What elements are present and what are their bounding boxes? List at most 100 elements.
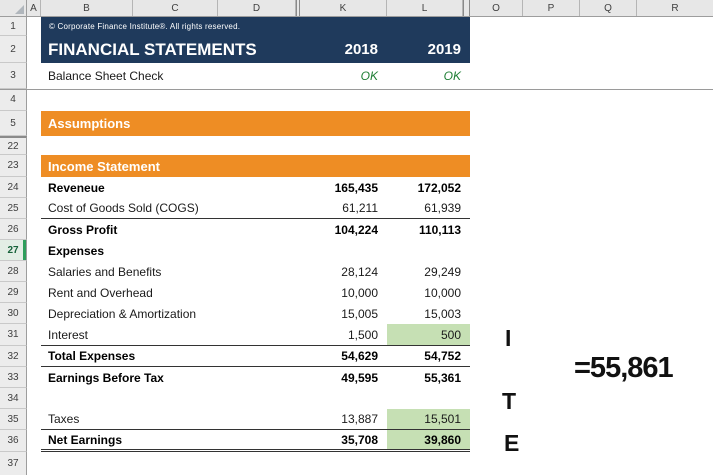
- net-earnings-2018[interactable]: 35,708: [300, 433, 387, 447]
- cell-a27[interactable]: [27, 240, 41, 261]
- column-header-d[interactable]: D: [218, 0, 296, 16]
- row-header-27[interactable]: 27: [0, 240, 27, 261]
- cell-a34[interactable]: [27, 388, 41, 409]
- cell-a28[interactable]: [27, 261, 41, 282]
- row-header-36[interactable]: 36: [0, 430, 27, 452]
- column-header-q[interactable]: Q: [580, 0, 637, 16]
- taxes-2018[interactable]: 13,887: [300, 412, 387, 426]
- row-header-25[interactable]: 25: [0, 198, 27, 219]
- total-expenses-2018[interactable]: 54,629: [300, 349, 387, 363]
- cell-a33[interactable]: [27, 367, 41, 388]
- cell-a29[interactable]: [27, 282, 41, 303]
- row-header-1[interactable]: 1: [0, 17, 27, 36]
- row-header-26[interactable]: 26: [0, 219, 27, 240]
- row-header-28[interactable]: 28: [0, 261, 27, 282]
- column-header-b[interactable]: B: [41, 0, 133, 16]
- column-header-o[interactable]: O: [470, 0, 523, 16]
- row-header-4[interactable]: 4: [0, 89, 27, 111]
- ebt-label[interactable]: Earnings Before Tax: [41, 371, 300, 385]
- column-header-a[interactable]: A: [27, 0, 41, 16]
- rent-2018[interactable]: 10,000: [300, 286, 387, 300]
- revenue-label[interactable]: Reveneue: [41, 181, 300, 195]
- cogs-label[interactable]: Cost of Goods Sold (COGS): [41, 201, 300, 215]
- column-header-k[interactable]: K: [300, 0, 387, 16]
- row-header-37[interactable]: 37: [0, 452, 27, 475]
- row-header-24[interactable]: 24: [0, 177, 27, 198]
- cell-a36[interactable]: [27, 430, 41, 452]
- interest-2019[interactable]: 500: [387, 324, 470, 345]
- ebt-2019[interactable]: 55,361: [387, 371, 470, 385]
- total-expenses-label[interactable]: Total Expenses: [41, 349, 300, 363]
- sheet-row-24: 24 Reveneue 165,435 172,052: [0, 177, 713, 198]
- gross-profit-label[interactable]: Gross Profit: [41, 223, 300, 237]
- cell-a5[interactable]: [27, 111, 41, 136]
- rent-label[interactable]: Rent and Overhead: [41, 286, 300, 300]
- cell-a1[interactable]: [27, 17, 41, 36]
- balance-check-2018[interactable]: OK: [300, 69, 387, 83]
- row-header-31[interactable]: 31: [0, 324, 27, 346]
- year-2019-header[interactable]: 2019: [387, 41, 470, 58]
- row-header-29[interactable]: 29: [0, 282, 27, 303]
- net-earnings-label[interactable]: Net Earnings: [41, 433, 300, 447]
- cell-a32[interactable]: [27, 346, 41, 367]
- row-header-5[interactable]: 5: [0, 111, 27, 136]
- total-expenses-2019[interactable]: 54,752: [387, 349, 470, 363]
- row-header-35[interactable]: 35: [0, 409, 27, 430]
- row-header-22[interactable]: 22: [0, 136, 27, 155]
- cell-a24[interactable]: [27, 177, 41, 198]
- cell-a31[interactable]: [27, 324, 41, 346]
- salaries-2018[interactable]: 28,124: [300, 265, 387, 279]
- depreciation-label[interactable]: Depreciation & Amortization: [41, 307, 300, 321]
- row-header-32[interactable]: 32: [0, 346, 27, 367]
- copyright-banner-cell[interactable]: © Corporate Finance Institute®. All righ…: [41, 17, 470, 36]
- revenue-2018[interactable]: 165,435: [300, 181, 387, 195]
- revenue-2019[interactable]: 172,052: [387, 181, 470, 195]
- row-header-34[interactable]: 34: [0, 388, 27, 409]
- cogs-2019[interactable]: 61,939: [387, 201, 470, 215]
- report-title[interactable]: FINANCIAL STATEMENTS: [41, 40, 300, 60]
- column-header-r[interactable]: R: [637, 0, 713, 16]
- net-earnings-2019[interactable]: 39,860: [387, 430, 470, 449]
- column-header-l[interactable]: L: [387, 0, 463, 16]
- income-statement-section-banner[interactable]: Income Statement: [41, 155, 470, 177]
- ebt-2018[interactable]: 49,595: [300, 371, 387, 385]
- hidden-columns-divider-mn: [463, 0, 470, 16]
- rent-2019[interactable]: 10,000: [387, 286, 470, 300]
- cell-a2[interactable]: [27, 36, 41, 63]
- cell-a26[interactable]: [27, 219, 41, 240]
- row-header-3[interactable]: 3: [0, 63, 27, 89]
- row-header-30[interactable]: 30: [0, 303, 27, 324]
- expenses-label[interactable]: Expenses: [41, 244, 300, 258]
- annotation-formula-result: =55,861: [574, 352, 674, 384]
- balance-check-2019[interactable]: OK: [387, 69, 470, 83]
- cell-a23[interactable]: [27, 155, 41, 177]
- cell-a22[interactable]: [27, 136, 41, 155]
- taxes-2019[interactable]: 15,501: [387, 409, 470, 429]
- interest-2018[interactable]: 1,500: [300, 328, 387, 342]
- balance-check-label[interactable]: Balance Sheet Check: [41, 69, 300, 83]
- column-header-p[interactable]: P: [523, 0, 580, 16]
- interest-label[interactable]: Interest: [41, 328, 300, 342]
- cell-a35[interactable]: [27, 409, 41, 430]
- cell-a25[interactable]: [27, 198, 41, 219]
- depreciation-2018[interactable]: 15,005: [300, 307, 387, 321]
- cell-a30[interactable]: [27, 303, 41, 324]
- salaries-2019[interactable]: 29,249: [387, 265, 470, 279]
- cell-a37[interactable]: [27, 452, 41, 475]
- depreciation-2019[interactable]: 15,003: [387, 307, 470, 321]
- row-header-2[interactable]: 2: [0, 36, 27, 63]
- row-header-23[interactable]: 23: [0, 155, 27, 177]
- cogs-2018[interactable]: 61,211: [300, 201, 387, 215]
- select-all-corner[interactable]: [0, 0, 27, 16]
- cell-a3[interactable]: [27, 63, 41, 89]
- sheet-row-37: 37: [0, 452, 713, 475]
- row-header-33[interactable]: 33: [0, 367, 27, 388]
- assumptions-section-banner[interactable]: Assumptions: [41, 111, 470, 136]
- gross-profit-2018[interactable]: 104,224: [300, 223, 387, 237]
- column-header-c[interactable]: C: [133, 0, 218, 16]
- cell-a4[interactable]: [27, 89, 41, 111]
- year-2018-header[interactable]: 2018: [300, 41, 387, 58]
- taxes-label[interactable]: Taxes: [41, 412, 300, 426]
- salaries-label[interactable]: Salaries and Benefits: [41, 265, 300, 279]
- gross-profit-2019[interactable]: 110,113: [387, 223, 470, 237]
